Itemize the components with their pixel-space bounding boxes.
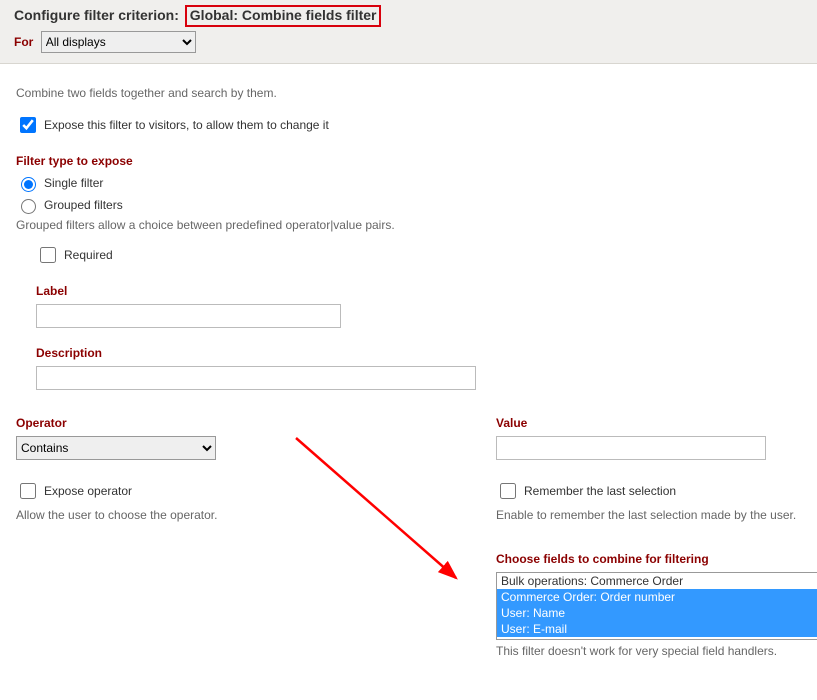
title-highlighted: Global: Combine fields filter: [185, 5, 382, 27]
for-display-select[interactable]: All displays: [41, 31, 196, 53]
page-title: Configure filter criterion: Global: Comb…: [14, 7, 805, 23]
content: Combine two fields together and search b…: [0, 64, 817, 680]
remember-selection-label: Remember the last selection: [524, 484, 676, 498]
expose-filter-checkbox[interactable]: [20, 117, 36, 133]
list-item[interactable]: User: Name: [497, 605, 817, 621]
choose-fields-help: This filter doesn't work for very specia…: [496, 644, 817, 658]
operator-select[interactable]: Contains: [16, 436, 216, 460]
grouped-filters-label: Grouped filters: [44, 198, 123, 212]
value-heading: Value: [496, 416, 817, 430]
expose-operator-checkbox[interactable]: [20, 483, 36, 499]
value-column: Value Remember the last selection Enable…: [496, 398, 817, 668]
for-label: For: [14, 35, 33, 49]
single-filter-label: Single filter: [44, 176, 103, 190]
label-heading: Label: [36, 284, 801, 298]
required-checkbox[interactable]: [40, 247, 56, 263]
value-input[interactable]: [496, 436, 766, 460]
intro-text: Combine two fields together and search b…: [16, 86, 801, 100]
label-input[interactable]: [36, 304, 341, 328]
remember-selection-help: Enable to remember the last selection ma…: [496, 508, 817, 522]
choose-fields-listbox[interactable]: Bulk operations: Commerce Order Commerce…: [496, 572, 817, 640]
grouped-filters-radio[interactable]: [21, 199, 36, 214]
description-heading: Description: [36, 346, 801, 360]
title-prefix: Configure filter criterion:: [14, 7, 179, 23]
header-bar: Configure filter criterion: Global: Comb…: [0, 0, 817, 64]
grouped-help: Grouped filters allow a choice between p…: [16, 218, 801, 232]
list-item[interactable]: User: E-mail: [497, 621, 817, 637]
expose-filter-label: Expose this filter to visitors, to allow…: [44, 118, 329, 132]
operator-column: Operator Contains Expose operator Allow …: [16, 398, 456, 668]
expose-operator-help: Allow the user to choose the operator.: [16, 508, 456, 522]
choose-fields-heading: Choose fields to combine for filtering: [496, 552, 817, 566]
operator-heading: Operator: [16, 416, 456, 430]
indented-block: Required Label Description: [36, 244, 801, 390]
for-row: For All displays: [14, 31, 805, 53]
required-label: Required: [64, 248, 113, 262]
list-item[interactable]: Commerce Order: Order number: [497, 589, 817, 605]
filter-type-heading: Filter type to expose: [16, 154, 801, 168]
remember-selection-checkbox[interactable]: [500, 483, 516, 499]
single-filter-radio[interactable]: [21, 177, 36, 192]
list-item[interactable]: Bulk operations: Commerce Order: [497, 573, 817, 589]
expose-operator-label: Expose operator: [44, 484, 132, 498]
description-input[interactable]: [36, 366, 476, 390]
